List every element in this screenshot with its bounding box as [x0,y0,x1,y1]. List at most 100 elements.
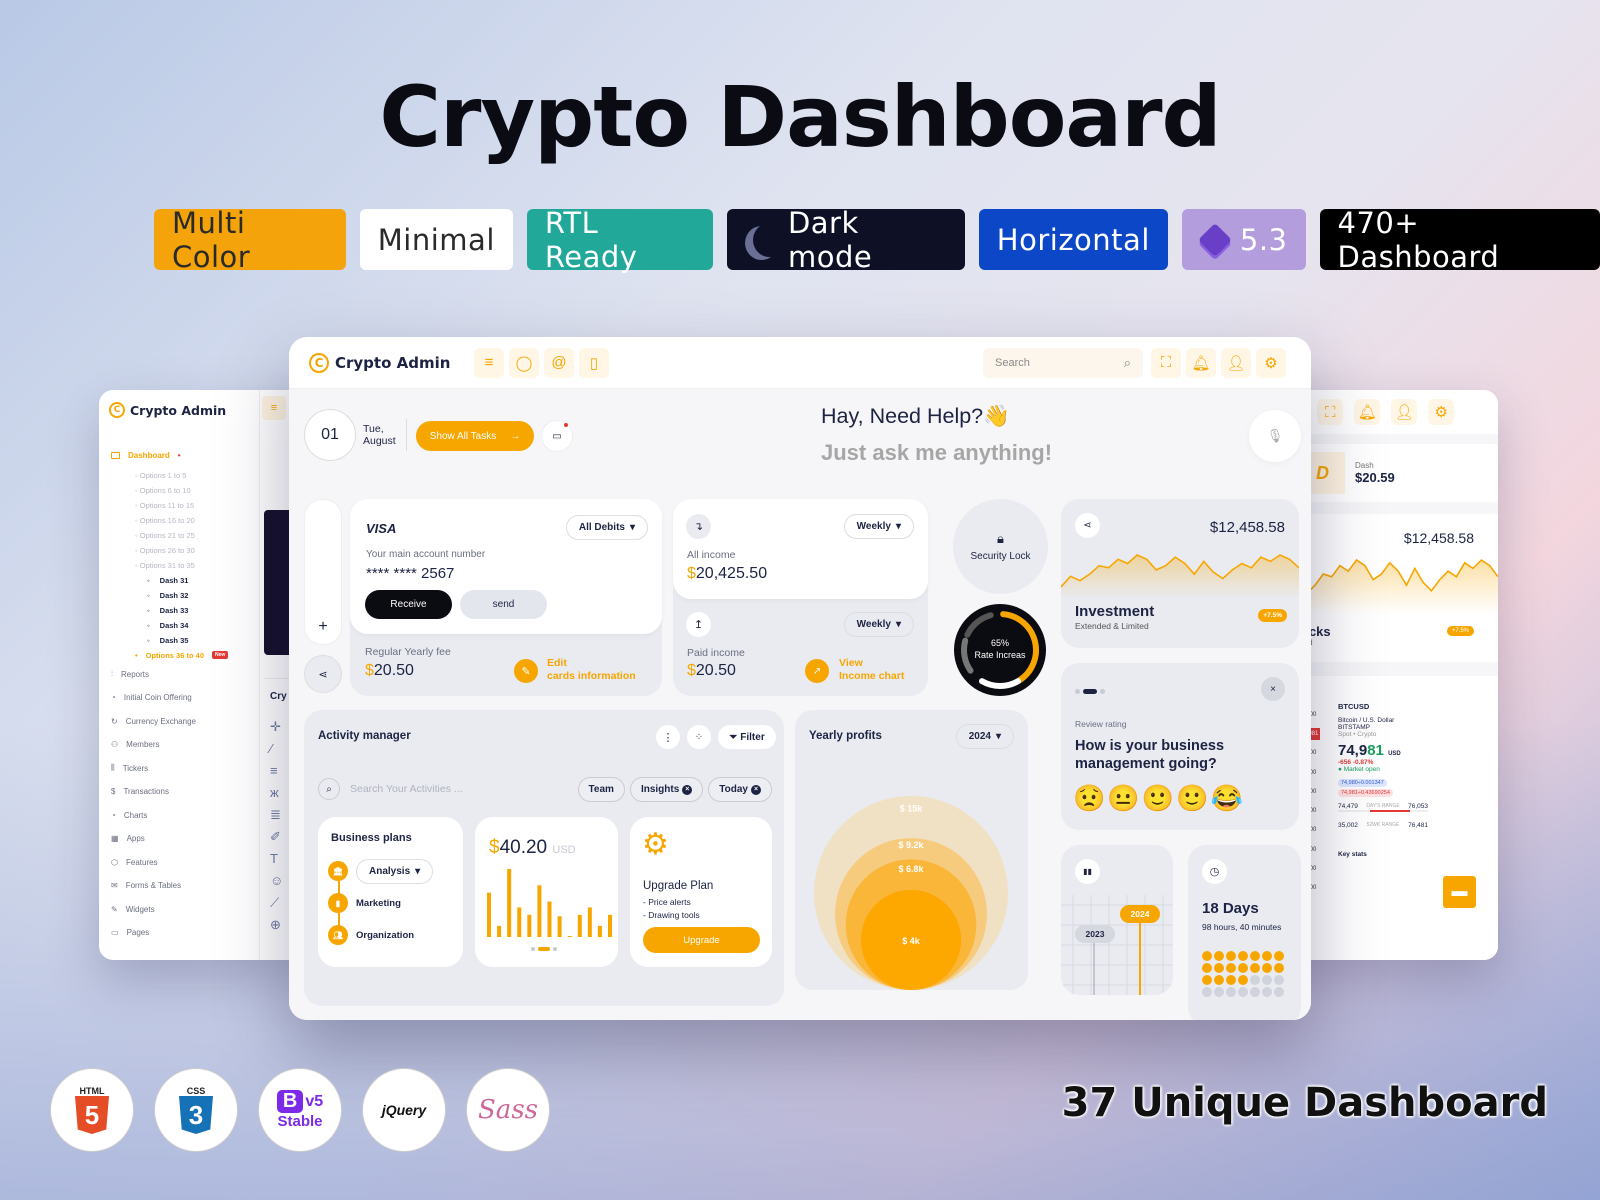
close-icon[interactable]: × [682,784,693,795]
plan-item[interactable]: ▮ Marketing [328,887,433,919]
bootstrap-logo: Bv5 Stable [258,1068,342,1152]
help-subtitle: Just ask me anything! [821,440,1053,465]
sidebar-sub-option[interactable]: ◦ Options 6 to 10› [99,483,309,498]
price-value: $40.20 USD [489,837,576,858]
bell-icon[interactable]: 🔔︎ [1354,399,1381,425]
filter-chip[interactable]: Today × [708,777,772,802]
filter-chip[interactable]: Insights × [629,777,704,802]
business-plans-card: Business plans 🏛︎ Analysis ▾ ▮ Marketing 👥︎ O… [318,817,463,967]
paid-period-dropdown[interactable]: Weekly ▾ [843,612,914,637]
feature-pill: Horizontal [978,209,1168,270]
year-tag-current[interactable]: 2024 [1120,905,1160,923]
menu-icon: ◔ [111,693,116,703]
carousel-dots[interactable] [1075,689,1105,694]
chat-fab-icon[interactable]: ▬ [1443,876,1476,908]
day-dot [1250,987,1260,997]
tagline: 37 Unique Dashboard [1061,1080,1548,1126]
collapse-icon[interactable]: ⁘ [687,725,711,749]
day-dot [1226,963,1236,973]
hero-title: Crypto Dashboard [379,68,1221,166]
close-icon[interactable]: × [1261,677,1285,701]
income-period-dropdown[interactable]: Weekly ▾ [843,514,914,539]
show-all-tasks-button[interactable]: Show All Tasks → [416,421,534,451]
day-dot [1238,987,1248,997]
day-dot [1250,963,1260,973]
year-tag-prev[interactable]: 2023 [1075,925,1115,943]
feature-pill: 5.3 [1181,209,1306,270]
sidebar-sub-option[interactable]: ◦ Options 1 to 5› [99,468,309,483]
security-lock-button[interactable]: 🔒︎ Security Lock [953,499,1048,594]
bell-icon[interactable]: 🔔︎ [1186,347,1216,378]
filter-chip[interactable]: Team [577,777,625,802]
day-dot [1214,963,1224,973]
edit-cards-link[interactable]: Edit cards information [547,657,636,683]
rating-emoji[interactable]: 🙂 [1176,783,1208,814]
stocks-sparkline [1290,558,1498,614]
send-button[interactable]: send [460,590,547,619]
mini-bar [587,907,592,937]
mini-bar [547,901,552,937]
tech-logos: HTML 5 CSS 3 Bv5 Stable jQuery Sass [50,1068,550,1152]
mini-bar [517,907,522,937]
menu-icon[interactable]: ≡ [474,347,504,378]
day-dot [1226,975,1236,985]
day-dot [1250,951,1260,961]
gear-icon[interactable]: ⚙ [1428,399,1455,425]
clipboard-icon[interactable]: ▯ [579,347,609,378]
share-icon[interactable]: ⋖ [1075,513,1100,538]
fullscreen-icon[interactable]: ⛶ [1317,399,1344,425]
calendar-icon: ▭ [552,430,562,442]
edit-icon[interactable]: ✎ [514,659,538,683]
menu-icon[interactable]: ≡ [262,396,286,420]
close-icon[interactable]: × [751,784,761,795]
rating-emoji[interactable]: 😟 [1073,783,1105,814]
day-dot [1214,975,1224,985]
bootstrap-icon [1197,222,1232,257]
user-icon[interactable]: 👤︎ [1221,347,1251,378]
menu-icon: ⚇ [111,740,119,750]
rating-emoji[interactable]: 😐 [1107,783,1139,814]
feature-pill: RTL Ready [526,206,714,274]
income-panel: ↴ Weekly ▾ All income $20,425.50 ↥ Weekly… [673,499,928,696]
gear-icon[interactable]: ⚙ [1256,347,1286,378]
receive-button[interactable]: Receive [365,590,452,619]
feature-pill: Multi Color [154,206,346,274]
filter-button[interactable]: ⏷ Filter [718,725,776,749]
user-icon[interactable]: 👤︎ [1391,399,1418,425]
yearly-profits-chart: $ 15k $ 9.2k $ 6.8k $ 4k [814,796,1008,990]
search-icon[interactable]: ⌕ [318,778,340,800]
arrow-up-icon: ↥ [686,612,711,637]
bubble-label: $ 4k [902,936,921,946]
rating-emoji[interactable]: 😂 [1211,783,1243,814]
share-button[interactable]: ⋖ [304,655,342,693]
mic-button[interactable]: 🎙︎ [1249,410,1301,462]
moon-icon [753,223,786,257]
menu-icon: ⫼ [111,763,115,773]
menu-icon: ✉ [111,881,118,891]
analysis-dropdown[interactable]: Analysis ▾ [356,858,434,884]
coin-logo-icon: C [309,352,329,373]
calendar-button[interactable]: ▭ [541,420,573,452]
rating-emoji[interactable]: 🙂 [1142,783,1174,814]
search-input[interactable]: Search ⌕ [983,347,1143,378]
sidebar-item-dashboard[interactable]: Dashboard•˅ [99,444,309,468]
plus-icon[interactable]: + [305,618,341,636]
view-income-chart-link[interactable]: View Income chart [839,657,904,683]
btc-info: BTCUSD Bitcoin / U.S. Dollar BITSTAMP Sp… [1338,702,1428,858]
activity-search-input[interactable]: Search Your Activities ... [350,783,463,795]
all-debits-dropdown[interactable]: All Debits ▾ [565,515,648,540]
plan-item[interactable]: 🏛︎ Analysis ▾ [328,855,434,887]
mini-bar [557,916,562,937]
more-icon[interactable]: ⋮ [656,725,680,749]
date-label: Tue, August [363,423,396,447]
plan-item[interactable]: 👥︎ Organization [328,919,433,951]
feature-pill: 470+ Dashboard [1319,206,1600,274]
trend-icon[interactable]: ↗ [805,659,829,683]
carousel-dots[interactable] [531,947,557,951]
fullscreen-icon[interactable]: ⛶ [1151,347,1181,378]
chat-icon[interactable]: ◯ [509,347,539,378]
upgrade-button[interactable]: Upgrade [643,927,760,953]
at-icon[interactable]: @ [544,347,574,378]
feature-pill: Minimal [359,209,513,270]
mini-bar [608,914,612,937]
